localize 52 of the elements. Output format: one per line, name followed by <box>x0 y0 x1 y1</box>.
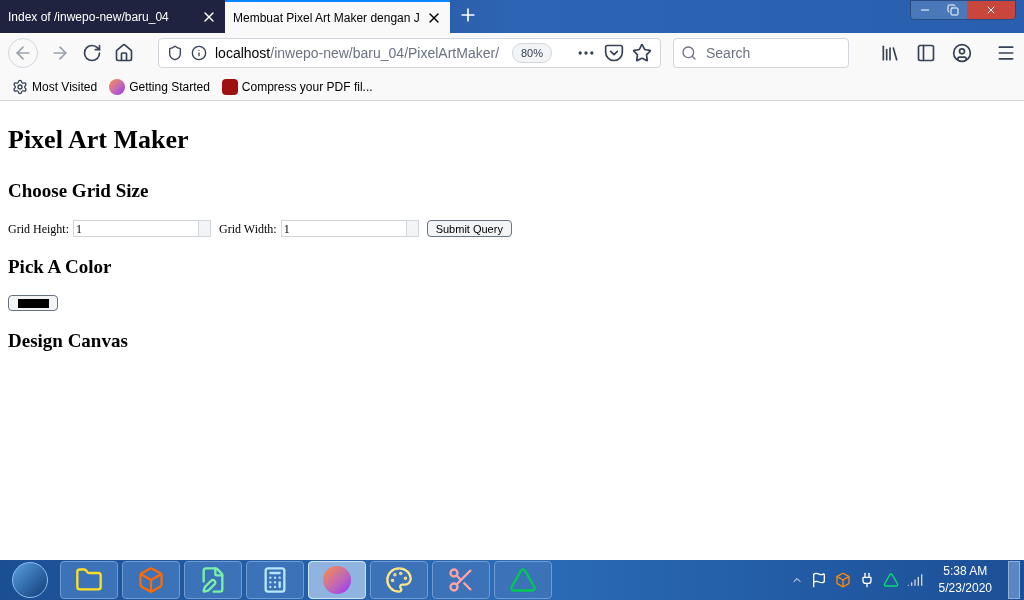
taskbar-button[interactable] <box>60 561 118 599</box>
tab-title: Membuat Pixel Art Maker dengan J <box>233 9 421 27</box>
browser-tab[interactable]: Index of /inwepo-new/baru_04 <box>0 0 225 33</box>
bookmark-link[interactable]: Compress your PDF fil... <box>221 77 373 96</box>
settings-icon <box>12 78 28 95</box>
section-heading: Choose Grid Size <box>8 179 150 203</box>
triangle-icon[interactable] <box>882 572 899 588</box>
pocket-icon[interactable] <box>604 43 624 63</box>
bookmark-link[interactable]: Most Visited <box>12 77 98 96</box>
taskbar-button[interactable] <box>432 561 490 599</box>
field-label: Grid Width: <box>219 220 277 238</box>
shield-icon[interactable] <box>167 45 183 61</box>
section-heading: Pick A Color <box>8 254 113 279</box>
home-icon[interactable] <box>114 43 134 63</box>
clock-time[interactable]: 5:38 AM <box>943 563 988 580</box>
folder-icon <box>75 566 103 594</box>
color-picker[interactable] <box>8 295 58 311</box>
sidebar-icon[interactable] <box>916 43 936 63</box>
search-field[interactable]: Search <box>673 38 849 68</box>
submit-button[interactable]: Submit Query <box>426 220 512 237</box>
restore-button[interactable] <box>939 1 967 19</box>
tab-title: Index of /inwepo-new/baru_04 <box>8 8 170 26</box>
search-icon <box>681 45 697 61</box>
address-bar[interactable]: localhost/inwepo-new/baru_04/PixelArtMaker/ 80% <box>158 38 661 68</box>
info-icon[interactable] <box>191 45 207 61</box>
browser-tab[interactable]: Membuat Pixel Art Maker dengan J <box>225 0 450 33</box>
taskbar-button[interactable] <box>494 561 552 599</box>
reload-icon[interactable] <box>82 43 102 63</box>
taskbar-button[interactable] <box>370 561 428 599</box>
account-icon[interactable] <box>952 43 972 63</box>
clock-date[interactable]: 5/23/2020 <box>938 580 992 597</box>
signal-icon[interactable] <box>906 572 923 588</box>
minimize-button[interactable] <box>911 1 939 19</box>
bookmark-link[interactable]: Getting Started <box>109 77 210 96</box>
library-icon[interactable] <box>880 43 900 63</box>
triangle-icon <box>509 566 537 594</box>
field-label: Grid Height: <box>8 220 69 238</box>
restore-icon <box>947 4 959 16</box>
number-field[interactable]: 1 <box>73 220 211 237</box>
taskbar-button[interactable] <box>184 561 242 599</box>
taskbar-button[interactable] <box>246 561 304 599</box>
menu-icon[interactable] <box>996 43 1016 63</box>
close-icon <box>985 4 997 16</box>
section-heading: Design Canvas <box>8 329 129 353</box>
star-icon[interactable] <box>632 43 652 63</box>
flag-icon[interactable] <box>810 572 827 588</box>
url-text: localhost/inwepo-new/baru_04/PixelArtMaker/ <box>215 43 500 63</box>
page-title: Pixel Art Maker <box>8 124 190 156</box>
start-button[interactable] <box>12 562 48 598</box>
zoom-badge[interactable]: 80% <box>511 42 552 64</box>
number-field[interactable]: 1 <box>280 220 419 237</box>
palette-icon <box>385 566 413 594</box>
